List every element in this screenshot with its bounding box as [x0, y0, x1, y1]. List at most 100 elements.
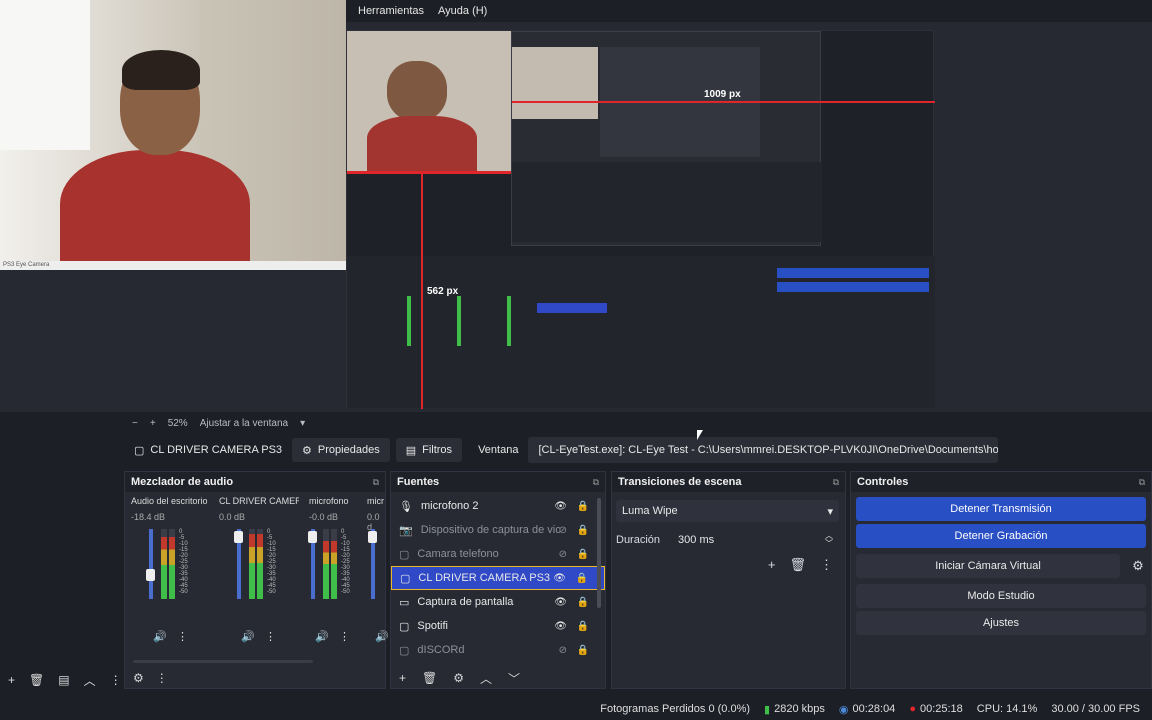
- more-icon[interactable]: ⋮: [820, 557, 833, 573]
- room-window: [0, 0, 90, 150]
- lock-icon[interactable]: 🔒: [577, 645, 589, 656]
- zoom-fit-select[interactable]: Ajustar a la ventana: [200, 418, 288, 429]
- volume-slider[interactable]: [146, 529, 155, 599]
- studio-mode-button[interactable]: Modo Estudio: [856, 584, 1146, 608]
- transition-select[interactable]: Luma Wipe ▾: [616, 500, 839, 522]
- speaker-icon[interactable]: 🔊: [241, 630, 255, 643]
- window-select[interactable]: [CL-EyeTest.exe]: CL-Eye Test - C:\Users…: [528, 437, 999, 463]
- menu-herramientas[interactable]: Herramientas: [358, 5, 424, 17]
- trash-icon[interactable]: 🗑: [422, 671, 437, 685]
- source-item[interactable]: 📷 Dispositivo de captura de vic ⊘ 🔒: [391, 518, 605, 542]
- eye-hidden-icon[interactable]: ⊘: [559, 525, 567, 536]
- mixer-scrollbar[interactable]: [133, 660, 313, 663]
- sources-title-bar: Fuentes ⧉: [391, 472, 605, 492]
- eye-hidden-icon[interactable]: ⊘: [559, 645, 567, 656]
- eye-icon[interactable]: 👁: [554, 597, 567, 608]
- gear-icon[interactable]: ⚙: [133, 671, 144, 685]
- audio-mixer-dock: Mezclador de audio ⧉ Audio del escritori…: [124, 471, 389, 689]
- scenes-toolbar: + 🗑 ▤ ︿ ⋮: [0, 670, 124, 690]
- source-item[interactable]: ▭ Captura de pantalla 👁 🔒: [391, 590, 605, 614]
- chevron-down-icon[interactable]: ▾: [300, 418, 305, 429]
- lock-icon[interactable]: 🔒: [577, 501, 589, 512]
- stop-streaming-button[interactable]: Detener Transmisión: [856, 497, 1146, 521]
- source-label: Captura de pantalla: [417, 596, 514, 608]
- more-icon[interactable]: ⋮: [177, 630, 188, 643]
- measure-horizontal: 1009 px: [704, 89, 741, 100]
- eye-icon[interactable]: 👁: [554, 621, 567, 632]
- duration-label: Duración: [616, 534, 661, 546]
- zoom-out-button[interactable]: −: [132, 418, 138, 429]
- audio-mixer-title: Mezclador de audio: [131, 476, 234, 488]
- speaker-icon[interactable]: 🔊: [153, 630, 167, 643]
- sources-scrollbar[interactable]: [597, 498, 601, 608]
- source-item[interactable]: ▢ Spotifi 👁 🔒: [391, 614, 605, 638]
- stepper-icon[interactable]: ︿ ﹀: [825, 532, 833, 548]
- trash-icon[interactable]: 🗑: [789, 557, 806, 573]
- settings-button[interactable]: Ajustes: [856, 611, 1146, 635]
- gear-icon[interactable]: ⚙: [453, 671, 464, 685]
- more-icon[interactable]: ⋮: [339, 630, 350, 643]
- gear-icon[interactable]: ⚙: [1125, 558, 1151, 574]
- add-transition-button[interactable]: +: [768, 557, 776, 573]
- filter-icon[interactable]: ▤: [58, 673, 69, 687]
- chevron-up-icon[interactable]: ︿: [84, 672, 96, 689]
- level-meter: [323, 529, 329, 599]
- lock-icon[interactable]: 🔒: [577, 525, 589, 536]
- nested-preview: [511, 31, 822, 246]
- channel-db: -0.0 dB: [309, 512, 339, 522]
- more-icon[interactable]: ⋮: [265, 630, 276, 643]
- source-item[interactable]: ▢ dISCORd ⊘ 🔒: [391, 638, 605, 662]
- zoom-in-button[interactable]: +: [150, 418, 156, 429]
- stop-recording-button[interactable]: Detener Grabación: [856, 524, 1146, 548]
- properties-button[interactable]: ⚙ Propiedades: [292, 438, 390, 462]
- microphone-icon: 🎙: [399, 500, 413, 513]
- menu-bar: Herramientas Ayuda (H): [346, 0, 1152, 22]
- lock-icon[interactable]: 🔒: [576, 573, 588, 584]
- undock-icon[interactable]: ⧉: [833, 477, 839, 488]
- eye-hidden-icon[interactable]: ⊘: [559, 549, 567, 560]
- source-item[interactable]: 🎙 microfono 2 👁 🔒: [391, 494, 605, 518]
- cpu-usage: CPU: 14.1%: [976, 703, 1038, 715]
- eye-icon[interactable]: 👁: [554, 501, 567, 512]
- duration-spinbox[interactable]: 300 ms ︿ ﹀: [672, 529, 839, 551]
- speaker-icon[interactable]: 🔊: [375, 630, 389, 643]
- sources-title: Fuentes: [397, 476, 440, 488]
- window-icon: ▢: [399, 620, 410, 633]
- chevron-down-icon[interactable]: ﹀: [508, 670, 520, 687]
- undock-icon[interactable]: ⧉: [593, 477, 599, 488]
- source-item[interactable]: ▢ Camara telefono ⊘ 🔒: [391, 542, 605, 566]
- preview-camera-copy: [347, 31, 512, 171]
- channel-name: micr: [367, 496, 384, 506]
- more-icon[interactable]: ⋮: [110, 673, 122, 687]
- lock-icon[interactable]: 🔒: [577, 621, 589, 632]
- more-icon[interactable]: ⋮: [156, 671, 168, 685]
- lock-icon[interactable]: 🔒: [577, 549, 589, 560]
- filters-button[interactable]: ▤ Filtros: [395, 438, 463, 462]
- program-preview[interactable]: 1009 px 562 px: [346, 30, 935, 409]
- eye-icon[interactable]: 👁: [553, 573, 566, 584]
- start-virtual-camera-button[interactable]: Iniciar Cámara Virtual: [856, 554, 1120, 578]
- window-icon: ▢: [399, 644, 410, 657]
- undock-icon[interactable]: ⧉: [1139, 477, 1145, 488]
- meter-scale: 0 -5 -10 -15 -20 -25 -30 -35 -40 -45 -50: [341, 529, 350, 595]
- undock-icon[interactable]: ⧉: [373, 477, 379, 488]
- camera-caption: PS3 Eye Camera: [0, 261, 346, 270]
- add-scene-button[interactable]: +: [8, 673, 15, 687]
- selected-source: ▢ CL DRIVER CAMERA PS3: [124, 437, 292, 463]
- level-meter: [169, 529, 175, 599]
- menu-ayuda[interactable]: Ayuda (H): [438, 5, 487, 17]
- controls-dock: Controles ⧉ Detener Transmisión Detener …: [850, 471, 1152, 689]
- speaker-icon[interactable]: 🔊: [315, 630, 329, 643]
- chevron-up-icon[interactable]: ︿: [480, 670, 492, 687]
- lock-icon[interactable]: 🔒: [577, 597, 589, 608]
- volume-slider[interactable]: [308, 529, 317, 599]
- audio-mixer-title-bar: Mezclador de audio ⧉: [125, 472, 385, 492]
- volume-slider[interactable]: [368, 529, 377, 599]
- duration-value: 300 ms: [678, 534, 715, 546]
- add-source-button[interactable]: +: [399, 671, 406, 685]
- camera-feed[interactable]: [0, 0, 346, 270]
- trash-icon[interactable]: 🗑: [29, 673, 44, 687]
- volume-slider[interactable]: [234, 529, 243, 599]
- level-meter: [331, 529, 337, 599]
- source-item-selected[interactable]: ▢ CL DRIVER CAMERA PS3 👁 🔒: [391, 566, 605, 590]
